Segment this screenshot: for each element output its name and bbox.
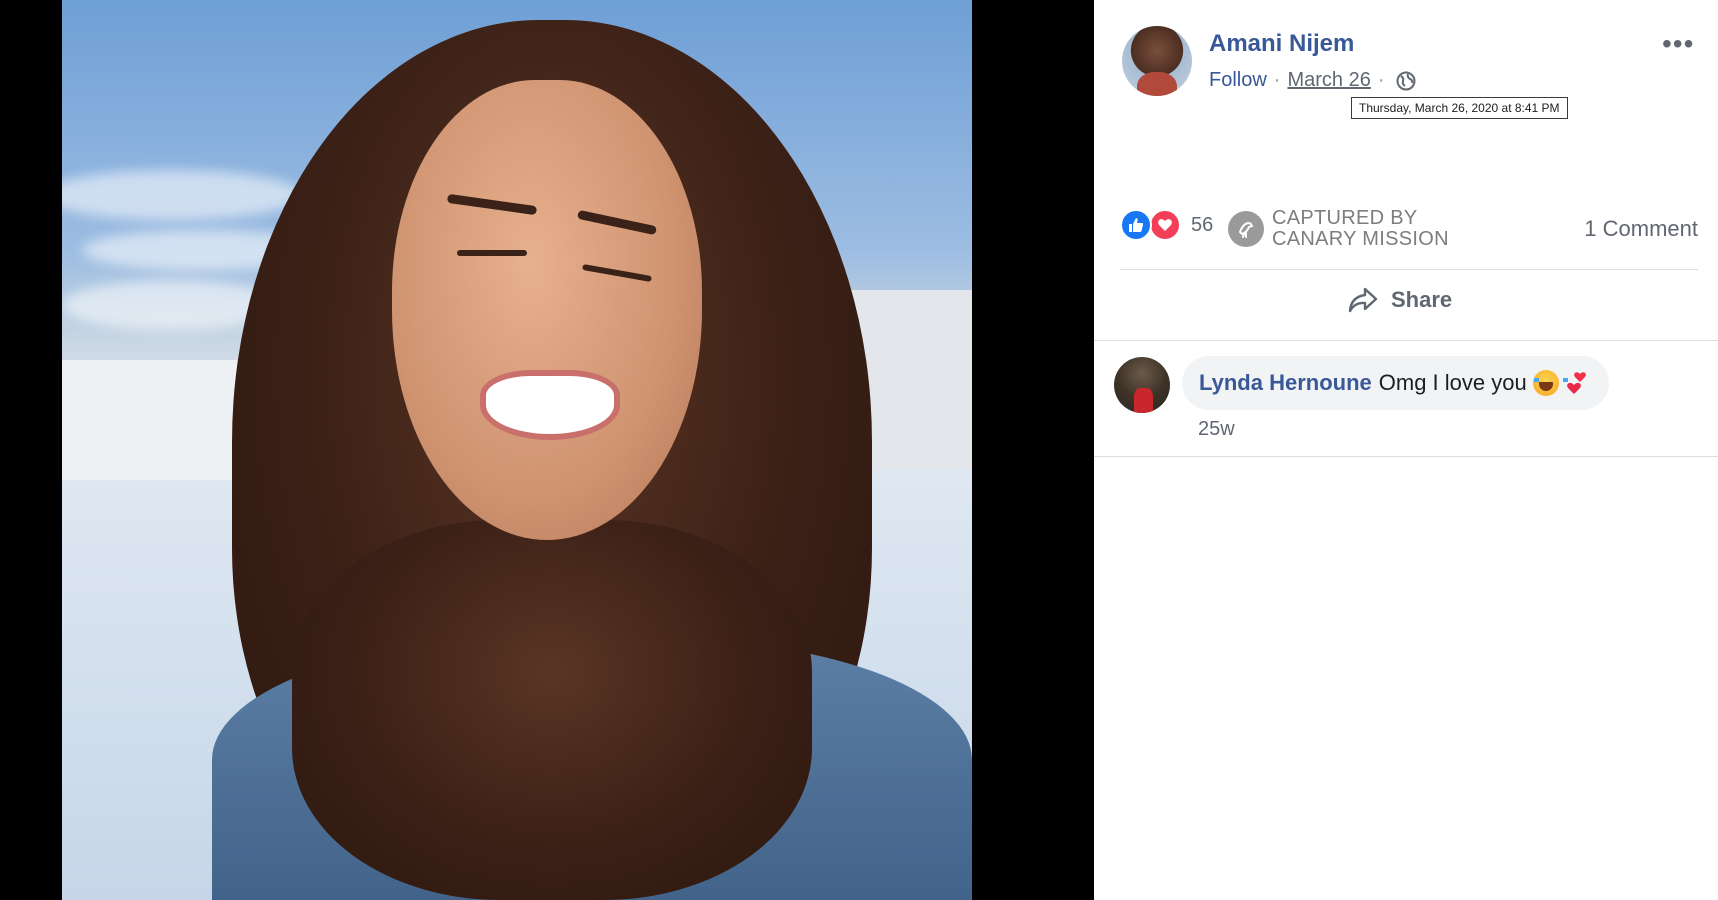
two-hearts-emoji [1565,370,1591,396]
globe-icon[interactable] [1396,71,1416,91]
more-options-button[interactable]: ••• [1662,30,1694,58]
photo-eye [457,250,527,256]
watermark-text: CAPTURED BY CANARY MISSION [1272,208,1449,250]
post-date[interactable]: March 26 [1287,69,1370,92]
divider [1094,456,1718,457]
meta-separator: · [1377,69,1385,91]
share-button[interactable]: Share [1347,286,1452,314]
commenter-avatar[interactable] [1114,357,1170,413]
date-tooltip: Thursday, March 26, 2020 at 8:41 PM [1351,97,1568,119]
divider [1094,340,1718,341]
photo-face [392,80,702,540]
canary-icon [1228,211,1264,247]
author-name[interactable]: Amani Nijem [1209,30,1354,58]
meta-separator: · [1273,69,1281,91]
watermark-line-2: CANARY MISSION [1272,228,1449,250]
photo-viewer [0,0,1094,900]
comment-timestamp[interactable]: 25w [1198,418,1235,441]
photo-hair-lower [292,520,812,900]
comment-bubble: Lynda Hernoune Omg I love you [1182,356,1609,410]
photo-cloud [62,170,302,220]
share-icon [1348,287,1378,313]
watermark-line-1: CAPTURED BY [1272,207,1418,229]
laughing-tears-emoji [1532,370,1568,396]
comment-count-link[interactable]: 1 Comment [1584,216,1698,242]
author-avatar[interactable] [1122,26,1192,96]
follow-link[interactable]: Follow [1209,69,1267,92]
divider [1120,269,1698,270]
photo-mouth [480,370,620,440]
post-details-panel: Amani Nijem Follow · March 26 · ••• Thur… [1094,0,1718,900]
post-photo[interactable] [62,0,972,900]
like-icon [1120,209,1152,241]
comment-text: Omg I love you [1378,370,1527,395]
love-icon [1149,209,1181,241]
post-meta: Follow · March 26 · [1209,69,1416,92]
share-label: Share [1391,287,1453,312]
reactions-summary[interactable]: 56 [1120,209,1213,241]
reaction-count: 56 [1191,213,1214,236]
canary-mission-watermark: CAPTURED BY CANARY MISSION [1228,208,1449,250]
commenter-name[interactable]: Lynda Hernoune [1199,370,1372,396]
